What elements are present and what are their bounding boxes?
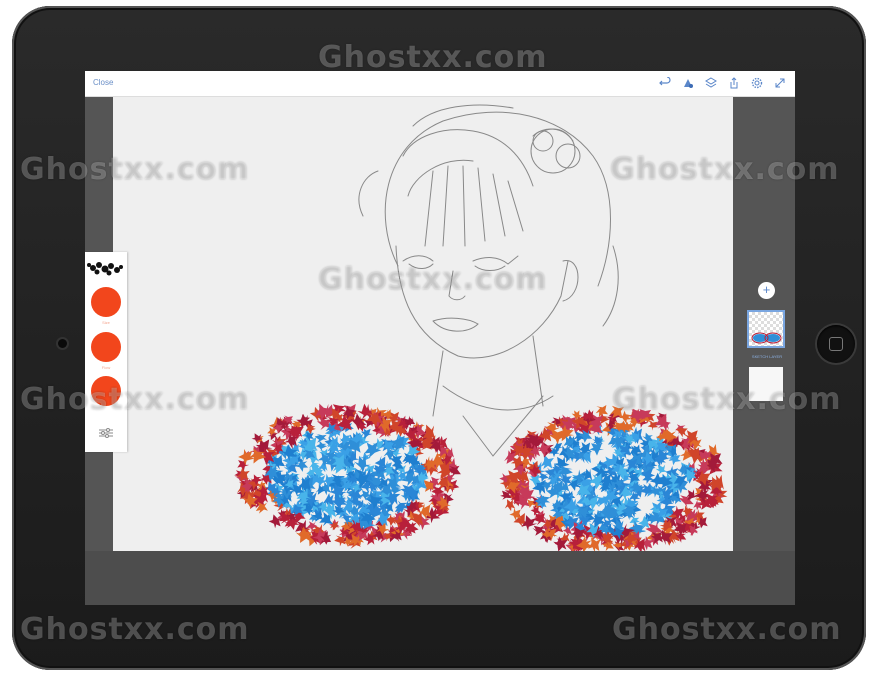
settings-icon[interactable] [749,75,764,91]
brush-panel: Size Flow [85,252,127,452]
layers-icon[interactable] [703,75,718,91]
layers-panel: + SKETCH LAYER [745,276,789,416]
brush-preview-icon [87,262,123,276]
undo-icon[interactable] [657,75,672,91]
add-layer-button[interactable]: + [758,282,775,299]
drawing-canvas[interactable] [113,96,733,551]
share-icon[interactable] [726,75,741,91]
bottom-bar [85,551,795,605]
size-label: Size [102,320,110,325]
front-camera [58,339,67,348]
active-layer-label: SKETCH LAYER [751,354,783,359]
flow-label: Flow [101,365,111,370]
brush-color-swatch[interactable] [91,376,121,406]
home-button[interactable] [817,325,855,363]
close-button[interactable]: Close [93,78,113,87]
home-square-icon [829,337,843,351]
brush-settings-icon[interactable] [98,427,114,439]
leaf-brush-strokes [234,403,728,551]
background-layer-thumbnail[interactable] [749,367,783,401]
layer-preview-icon [751,332,782,344]
app-screen: Close Size Flow + SKETCH LAYER [85,71,795,605]
brush-size-swatch[interactable] [91,287,121,317]
sketch-layer-thumbnail[interactable] [749,312,783,346]
top-toolbar: Close [85,71,795,97]
brush-icon[interactable] [680,75,695,91]
brush-flow-swatch[interactable] [91,332,121,362]
fullscreen-icon[interactable] [772,75,787,91]
